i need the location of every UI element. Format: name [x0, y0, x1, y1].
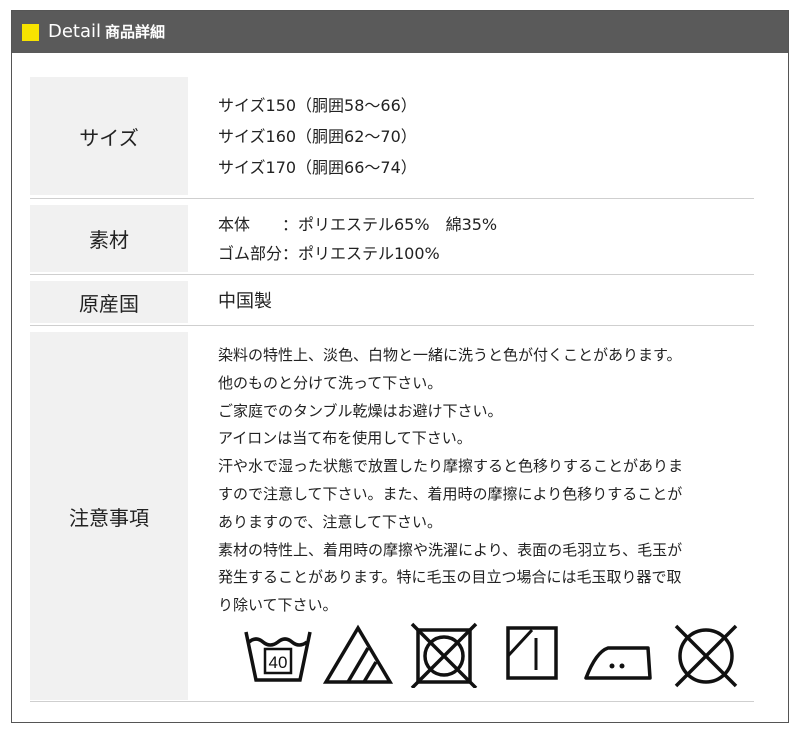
row-material-label: 素材 — [30, 205, 188, 272]
caution-line: アイロンは当て布を使用して下さい。 — [218, 429, 472, 448]
material-line: ゴム部分：ポリエステル100% — [218, 244, 440, 263]
size-line: サイズ150（胴囲58〜66） — [218, 96, 417, 115]
caution-line: り除いて下さい。 — [218, 596, 338, 615]
no-tumble-dry-icon — [410, 622, 478, 688]
size-line: サイズ170（胴囲66〜74） — [218, 158, 417, 177]
detail-header: Detail 商品詳細 — [12, 11, 788, 53]
caution-line: 染料の特性上、淡色、白物と一緒に洗うと色が付くことがあります。 — [218, 346, 682, 364]
care-icons: 40 — [230, 622, 750, 692]
caution-line: 他のものと分けて洗って下さい。 — [218, 373, 443, 392]
bleach-triangle-icon — [322, 624, 394, 684]
divider — [30, 274, 754, 275]
row-caution-value: 染料の特性上、淡色、白物と一緒に洗うと色が付くことがあります。 他のものと分けて… — [218, 342, 754, 620]
material-line: 本体 ：ポリエステル65% 綿35% — [218, 215, 498, 234]
wash-temp-label: 40 — [269, 653, 288, 672]
row-origin-value: 中国製 — [218, 287, 754, 317]
row-size: サイズ サイズ150（胴囲58〜66） サイズ160（胴囲62〜70） サイズ1… — [30, 77, 754, 195]
divider — [30, 325, 754, 326]
row-origin: 原産国 中国製 — [30, 281, 754, 323]
iron-medium-icon — [584, 646, 652, 680]
row-size-value: サイズ150（胴囲58〜66） サイズ160（胴囲62〜70） サイズ170（胴… — [218, 90, 754, 183]
row-caution-label: 注意事項 — [30, 332, 188, 700]
header-subtitle: 商品詳細 — [105, 23, 166, 41]
header-square-icon — [22, 24, 39, 41]
divider — [30, 198, 754, 199]
caution-line: すので注意して下さい。また、着用時の摩擦により色移りすることが — [218, 484, 683, 503]
size-line: サイズ160（胴囲62〜70） — [218, 127, 417, 146]
row-size-label: サイズ — [30, 77, 188, 195]
no-dry-clean-icon — [674, 624, 738, 688]
header-title: Detail 商品詳細 — [48, 21, 165, 43]
divider — [30, 701, 754, 702]
row-material: 素材 本体 ：ポリエステル65% 綿35% ゴム部分：ポリエステル100% — [30, 205, 754, 272]
row-origin-label: 原産国 — [30, 281, 188, 323]
origin-line: 中国製 — [218, 291, 272, 312]
caution-line: ありますので、注意して下さい。 — [218, 512, 442, 531]
row-material-value: 本体 ：ポリエステル65% 綿35% ゴム部分：ポリエステル100% — [218, 210, 754, 268]
caution-line: 発生することがあります。特に毛玉の目立つ場合には毛玉取り器で取 — [218, 568, 682, 587]
caution-line: 汗や水で湿った状態で放置したり摩擦すると色移りすることがありま — [218, 457, 684, 476]
caution-line: 素材の特性上、着用時の摩擦や洗濯により、表面の毛羽立ち、毛玉が — [218, 540, 683, 559]
header-title-text: Detail — [48, 21, 102, 42]
wash-40-icon: 40 — [244, 631, 312, 682]
caution-line: ご家庭でのタンブル乾燥はお避け下さい。 — [218, 401, 503, 420]
line-dry-icon — [506, 626, 558, 680]
